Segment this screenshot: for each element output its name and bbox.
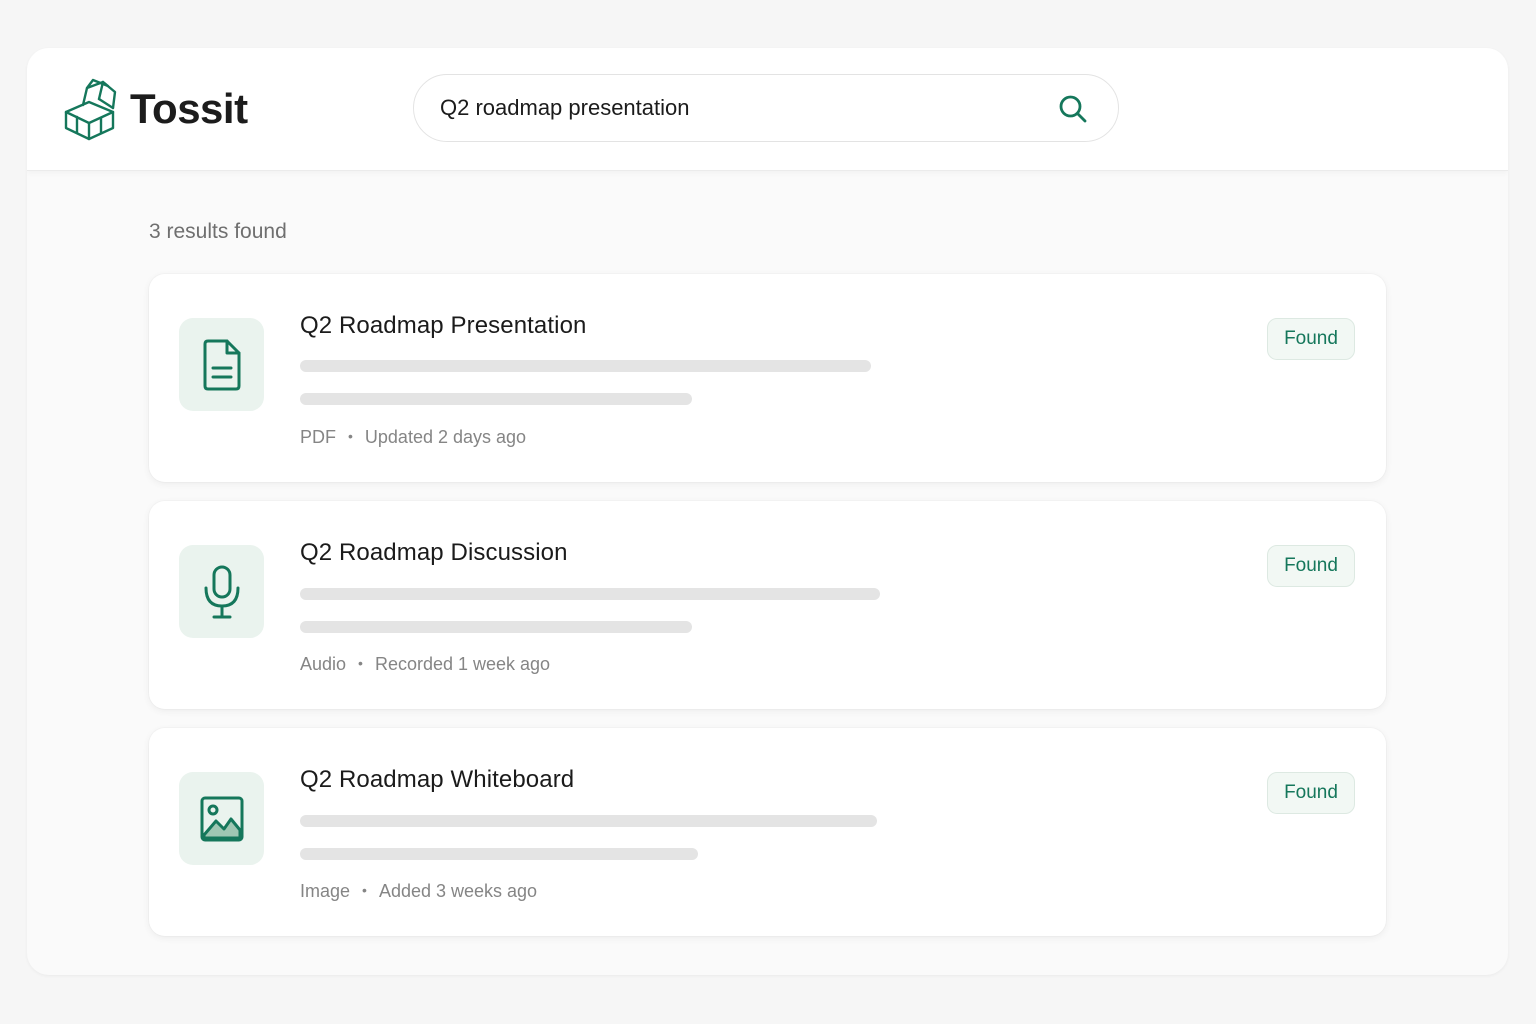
skeleton-line <box>300 621 692 633</box>
result-type: Image <box>300 881 351 901</box>
search-input[interactable] <box>440 91 1020 125</box>
meta-separator: • <box>362 882 367 898</box>
result-card[interactable]: Q2 Roadmap Discussion Audio • Recorded 1 w… <box>149 501 1386 709</box>
skeleton-line <box>300 848 698 860</box>
microphone-icon <box>204 565 239 618</box>
result-meta: PDF • Updated 2 days ago <box>300 427 526 448</box>
result-type: Audio <box>300 654 347 674</box>
search-bar <box>413 74 1119 142</box>
header: Tossit <box>27 48 1508 171</box>
image-icon <box>200 796 243 841</box>
result-card[interactable]: Q2 Roadmap Whiteboard Image • Added 3 week… <box>149 728 1386 936</box>
meta-separator: • <box>348 428 353 444</box>
result-icon-container <box>179 545 264 638</box>
status-badge: Found <box>1267 545 1355 587</box>
skeleton-line <box>300 393 692 405</box>
result-title[interactable]: Q2 Roadmap Presentation <box>300 312 586 340</box>
result-time: Updated 2 days ago <box>364 427 527 447</box>
result-title[interactable]: Q2 Roadmap Discussion <box>300 539 568 567</box>
status-badge: Found <box>1267 772 1355 814</box>
document-icon <box>203 339 240 390</box>
result-card[interactable]: Q2 Roadmap Presentation PDF • Updated 2 da… <box>149 274 1386 482</box>
result-meta: Audio • Recorded 1 week ago <box>300 654 550 675</box>
search-icon[interactable] <box>1058 94 1088 124</box>
result-meta: Image • Added 3 weeks ago <box>300 881 537 902</box>
app-window: Tossit 3 results found Q2 Roadmap Presen… <box>27 48 1508 975</box>
result-icon-container <box>179 318 264 411</box>
result-icon-container <box>179 772 264 865</box>
meta-separator: • <box>358 655 363 671</box>
skeleton-line <box>300 588 880 600</box>
open-box-icon <box>64 78 117 141</box>
result-time: Recorded 1 week ago <box>374 654 551 674</box>
result-title[interactable]: Q2 Roadmap Whiteboard <box>300 766 574 794</box>
result-time: Added 3 weeks ago <box>378 881 538 901</box>
skeleton-line <box>300 360 871 372</box>
status-badge: Found <box>1267 318 1355 360</box>
skeleton-line <box>300 815 877 827</box>
result-type: PDF <box>300 427 336 447</box>
results-count: 3 results found <box>149 220 287 243</box>
brand-name: Tossit <box>130 85 248 132</box>
